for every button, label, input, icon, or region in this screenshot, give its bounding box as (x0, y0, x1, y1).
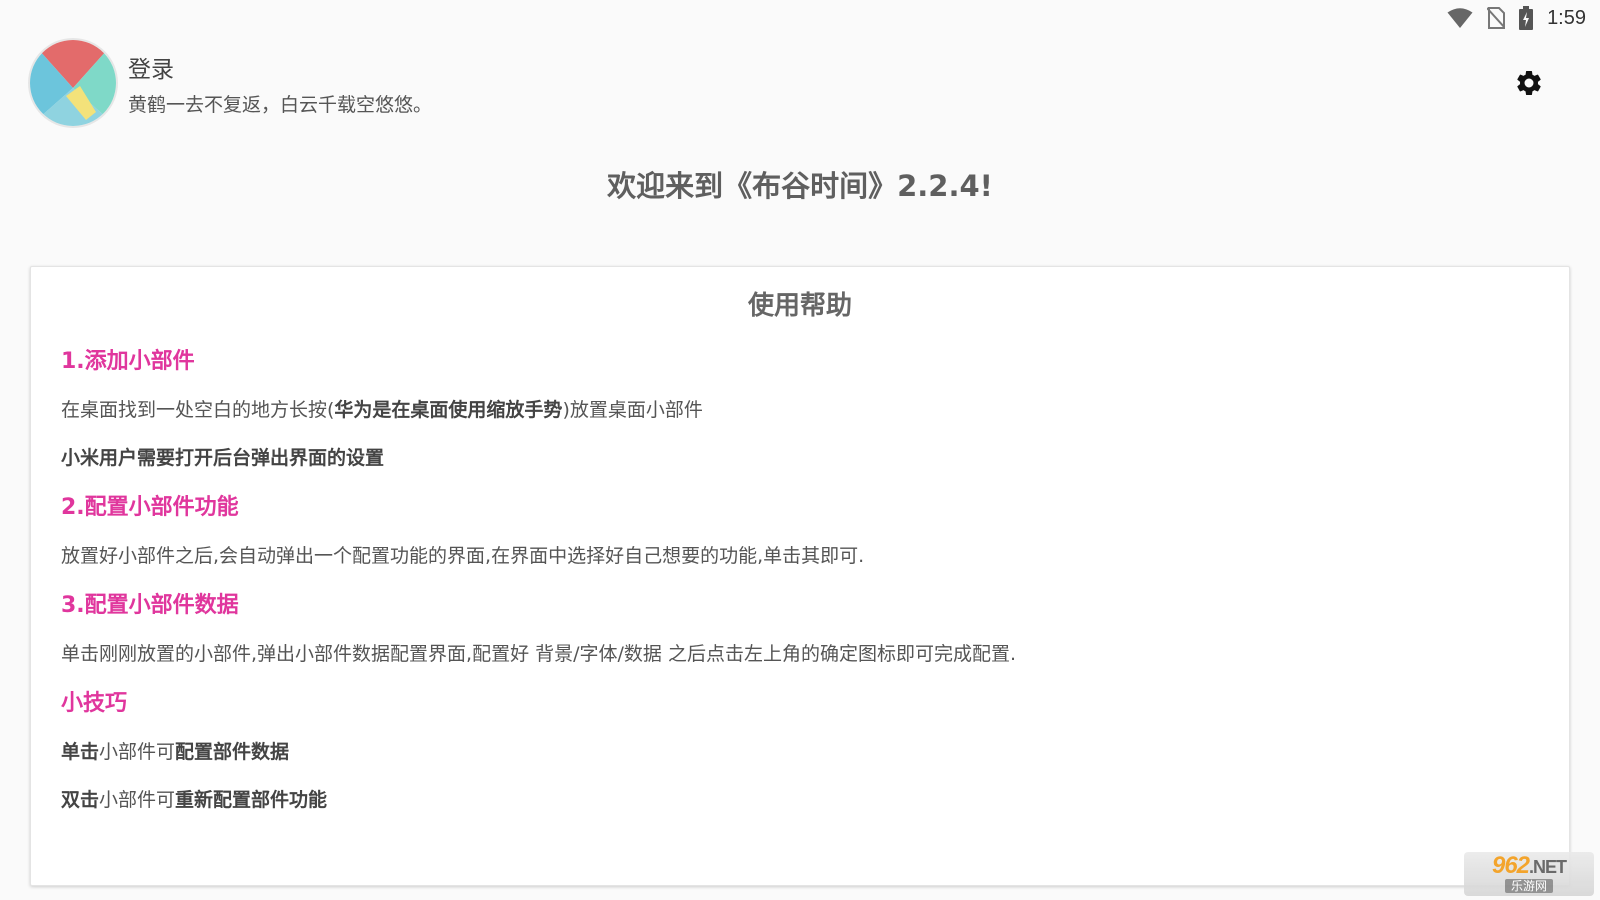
help-text-bold: 重新配置部件功能 (175, 789, 328, 811)
help-text: 小部件可 (99, 789, 176, 811)
help-text-bold: 单击 (61, 741, 100, 763)
help-text: 小部件可 (99, 741, 176, 763)
welcome-heading: 欢迎来到《布谷时间》2.2.4! (607, 169, 993, 203)
help-section-config-data: 3.配置小部件数据 (61, 587, 239, 619)
help-text-bold: 双击 (61, 789, 100, 811)
section-heading: 小技巧 (61, 691, 128, 716)
no-sim-icon (1487, 7, 1506, 29)
header-text: 登录 黄鹤一去不复返，白云千载空悠悠。 (128, 50, 432, 117)
help-text-bold: 华为是在桌面使用缩放手势 (334, 399, 563, 421)
help-line: 单击刚刚放置的小部件,弹出小部件数据配置界面,配置好 背景/字体/数据 之后点击… (61, 639, 1016, 666)
wifi-icon (1447, 7, 1473, 29)
section-heading: 3.配置小部件数据 (61, 593, 239, 618)
login-title[interactable]: 登录 (128, 50, 432, 84)
help-text: 单击刚刚放置的小部件,弹出小部件数据配置界面,配置好 背景/字体/数据 之后点击… (61, 643, 1017, 665)
help-line: 单击小部件可配置部件数据 (61, 737, 289, 764)
section-heading: 1.添加小部件 (61, 349, 195, 374)
watermark-logo: 962.NET (1491, 852, 1567, 879)
app-logo-icon (30, 40, 116, 126)
help-text-bold: 小米用户需要打开后台弹出界面的设置 (61, 447, 385, 469)
help-text: 在桌面找到一处空白的地方长按( (61, 399, 335, 421)
battery-charging-icon (1519, 6, 1534, 30)
header: 登录 黄鹤一去不复返，白云千载空悠悠。 (30, 40, 432, 126)
status-time: 1:59 (1547, 6, 1586, 29)
help-text-bold: 配置部件数据 (175, 741, 290, 763)
help-text: 放置好小部件之后,会自动弹出一个配置功能的界面,在界面中选择好自己想要的功能,单… (61, 545, 865, 567)
help-section-config-function: 2.配置小部件功能 (61, 489, 239, 521)
help-title: 使用帮助 (747, 291, 852, 321)
header-subtitle: 黄鹤一去不复返，白云千载空悠悠。 (128, 93, 433, 116)
help-section-add-widget: 1.添加小部件 (61, 343, 195, 375)
help-line: 放置好小部件之后,会自动弹出一个配置功能的界面,在界面中选择好自己想要的功能,单… (61, 541, 864, 568)
status-bar: 1:59 (1447, 0, 1600, 36)
watermark-number: 962 (1491, 852, 1530, 879)
section-heading: 2.配置小部件功能 (61, 495, 239, 520)
watermark-net: .NET (1529, 857, 1567, 877)
help-card: 使用帮助 1.添加小部件 在桌面找到一处空白的地方长按(华为是在桌面使用缩放手势… (30, 266, 1570, 886)
help-line: 在桌面找到一处空白的地方长按(华为是在桌面使用缩放手势)放置桌面小部件 (61, 395, 703, 422)
site-watermark: 962.NET 乐游网 (1464, 852, 1594, 896)
help-text: )放置桌面小部件 (562, 399, 703, 421)
gear-icon (1517, 70, 1541, 95)
help-line: 双击小部件可重新配置部件功能 (61, 785, 327, 812)
help-section-tips: 小技巧 (61, 685, 127, 717)
settings-button[interactable] (1512, 66, 1546, 100)
help-line: 小米用户需要打开后台弹出界面的设置 (61, 443, 384, 470)
watermark-caption: 乐游网 (1504, 879, 1553, 893)
avatar[interactable] (30, 40, 116, 126)
